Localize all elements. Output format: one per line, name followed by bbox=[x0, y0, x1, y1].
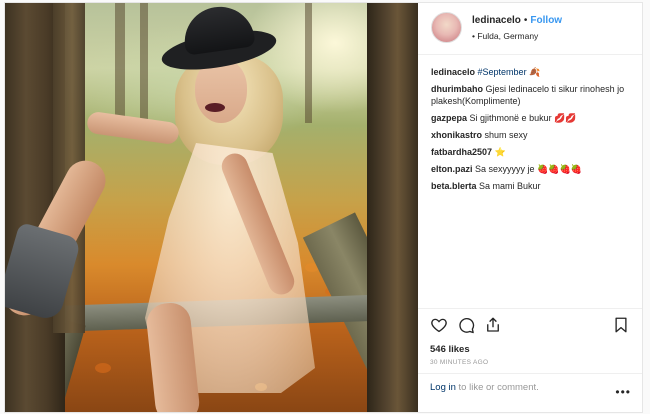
comments-list: ledinacelo #September 🍂 dhurimbaho Gjesi… bbox=[418, 55, 642, 192]
more-options-icon[interactable]: ••• bbox=[615, 386, 631, 398]
comment-text: Si gjithmonë e bukur bbox=[469, 113, 552, 123]
speech-bubble-icon[interactable] bbox=[457, 316, 475, 334]
header-line: ledinacelo • Follow bbox=[472, 15, 562, 26]
comment-bar: Log in to like or comment. ••• bbox=[418, 373, 642, 411]
caption-username[interactable]: ledinacelo bbox=[431, 67, 475, 77]
comment-username[interactable]: xhonikastro bbox=[431, 130, 482, 140]
leaf bbox=[95, 363, 111, 373]
follow-button[interactable]: Follow bbox=[530, 15, 562, 26]
login-link[interactable]: Log in bbox=[430, 382, 456, 393]
share-upload-icon[interactable] bbox=[484, 316, 502, 334]
comment-text: Sa sexyyyyy je bbox=[475, 164, 535, 174]
bookmark-icon[interactable] bbox=[612, 316, 630, 334]
kiss-emoji-icon: 💋💋 bbox=[554, 113, 577, 123]
leaf-emoji-icon: 🍂 bbox=[529, 67, 541, 77]
timestamp: 30 MINUTES AGO bbox=[430, 359, 489, 366]
background-tree bbox=[115, 3, 125, 123]
strawberry-emoji-icon: 🍓🍓🍓🍓 bbox=[537, 164, 582, 174]
caption: ledinacelo #September 🍂 bbox=[431, 66, 629, 78]
post-photo[interactable] bbox=[5, 3, 418, 412]
instagram-post: ledinacelo • Follow • Fulda, Germany led… bbox=[4, 2, 643, 413]
comment-item: dhurimbaho Gjesi ledinacelo ti sikur rin… bbox=[431, 83, 629, 107]
post-header: ledinacelo • Follow • Fulda, Germany bbox=[418, 3, 642, 55]
tree-trunk-right bbox=[367, 3, 418, 412]
avatar[interactable] bbox=[431, 12, 462, 43]
comment-username[interactable]: dhurimbaho bbox=[431, 84, 483, 94]
header-username[interactable]: ledinacelo bbox=[472, 15, 521, 26]
heart-icon[interactable] bbox=[430, 316, 448, 334]
background-tree bbox=[305, 3, 312, 123]
star-emoji-icon: ⭐ bbox=[494, 147, 506, 157]
action-section: 546 likes 30 MINUTES AGO bbox=[418, 308, 642, 366]
login-prompt-text: to like or comment. bbox=[455, 382, 539, 393]
caption-hashtag[interactable]: #September bbox=[478, 67, 527, 77]
comment-username[interactable]: gazpepa bbox=[431, 113, 467, 123]
background-tree bbox=[140, 3, 148, 123]
comment-item: fatbardha2507 ⭐ bbox=[431, 146, 629, 158]
location-link[interactable]: Fulda, Germany bbox=[477, 31, 538, 41]
comment-item: beta.blerta Sa mami Bukur bbox=[431, 180, 629, 192]
comment-text: shum sexy bbox=[484, 130, 528, 140]
comment-item: gazpepa Si gjithmonë e bukur 💋💋 bbox=[431, 112, 629, 124]
comment-username[interactable]: fatbardha2507 bbox=[431, 147, 492, 157]
location-dot: • bbox=[472, 31, 475, 41]
comment-username[interactable]: beta.blerta bbox=[431, 181, 477, 191]
comment-item: elton.pazi Sa sexyyyyy je 🍓🍓🍓🍓 bbox=[431, 163, 629, 175]
lips bbox=[205, 103, 225, 112]
separator-dot: • bbox=[523, 15, 528, 26]
comment-text: Sa mami Bukur bbox=[479, 181, 541, 191]
header-text: ledinacelo • Follow • Fulda, Germany bbox=[472, 15, 562, 41]
likes-count[interactable]: 546 likes bbox=[430, 344, 630, 355]
post-side-panel: ledinacelo • Follow • Fulda, Germany led… bbox=[418, 3, 642, 412]
comment-username[interactable]: elton.pazi bbox=[431, 164, 473, 174]
resting-arm bbox=[85, 110, 181, 146]
action-icons bbox=[430, 315, 630, 335]
comment-item: xhonikastro shum sexy bbox=[431, 129, 629, 141]
location-line: • Fulda, Germany bbox=[472, 31, 562, 41]
